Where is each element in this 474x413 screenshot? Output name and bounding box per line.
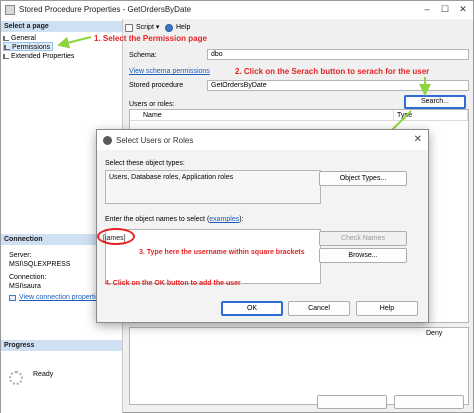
browse-button[interactable]: Browse... (319, 248, 407, 263)
main-ok-button[interactable] (317, 395, 387, 409)
examples-link[interactable]: examples (209, 216, 239, 223)
enter-names-prefix: Enter the object names to select ( (105, 216, 210, 223)
dialog-help-button[interactable]: Help (356, 301, 418, 316)
arrow-to-permissions-icon (57, 36, 92, 49)
users-icon (103, 136, 112, 145)
main-cancel-button[interactable] (394, 395, 464, 409)
annotation-step-3: 3. Type here the username within square … (139, 249, 305, 256)
object-types-box: Users, Database roles, Application roles (105, 170, 321, 204)
object-types-value: Users, Database roles, Application roles (109, 174, 234, 181)
annotation-step-4: 4. Click on the OK button to add the use… (105, 280, 241, 287)
stored-procedure-properties-window: Stored Procedure Properties - GetOrdersB… (0, 0, 474, 413)
annotation-highlight-oval (97, 228, 135, 245)
enter-names-suffix: ): (239, 216, 244, 223)
ok-button[interactable]: OK (221, 301, 283, 316)
object-types-label: Select these object types: (105, 160, 185, 167)
dialog-title: Select Users or Roles (116, 136, 194, 145)
cancel-button[interactable]: Cancel (288, 301, 350, 316)
object-names-input[interactable] (105, 229, 321, 284)
select-users-or-roles-dialog: Select Users or Roles ✕ Select these obj… (96, 129, 429, 323)
dialog-close-button[interactable]: ✕ (414, 134, 422, 145)
check-names-button[interactable]: Check Names (319, 231, 407, 246)
enter-names-label: Enter the object names to select (exampl… (105, 215, 244, 224)
object-types-button[interactable]: Object Types... (319, 171, 407, 186)
dialog-title-bar: Select Users or Roles ✕ (97, 130, 428, 150)
